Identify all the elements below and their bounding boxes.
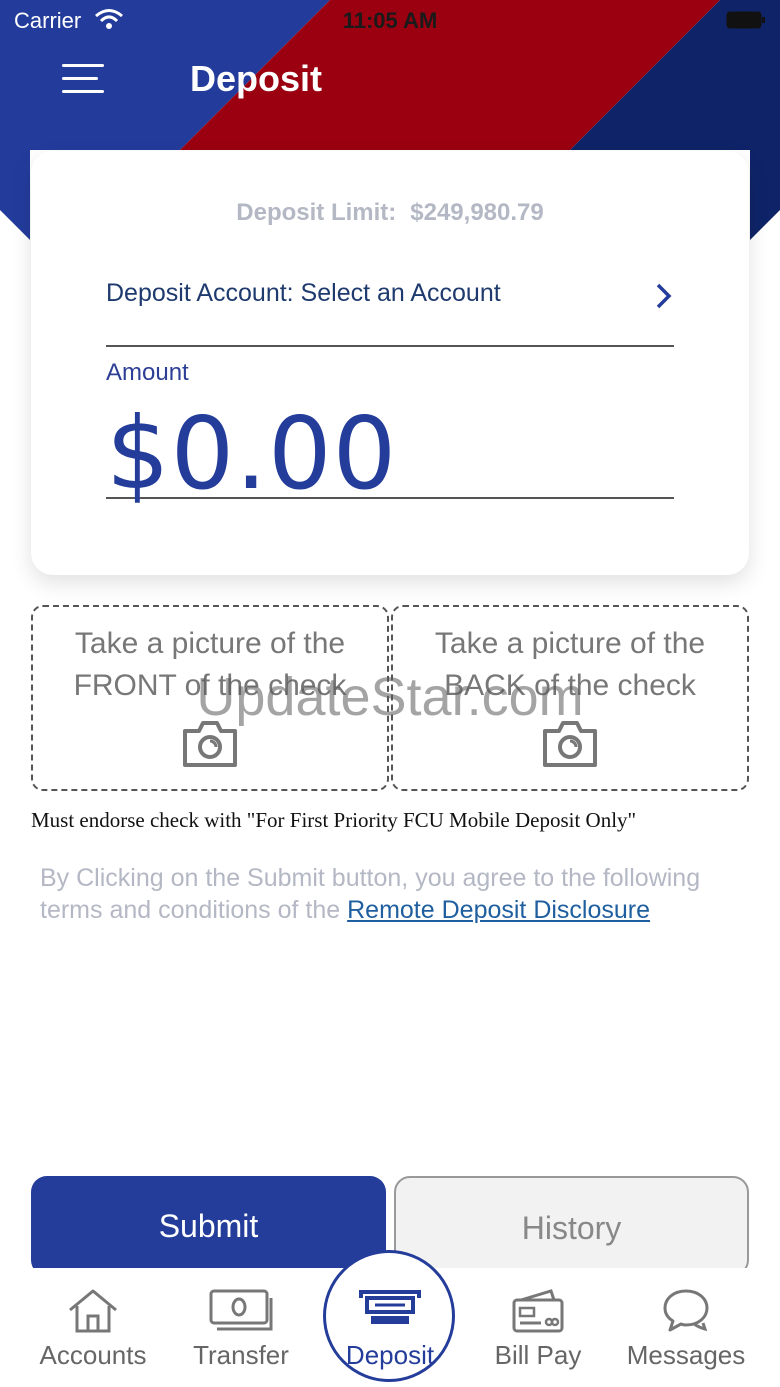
tab-deposit[interactable]: Deposit (315, 1268, 465, 1387)
tab-bar: Accounts Transfer Deposit Bill Pay Messa… (0, 1250, 780, 1387)
capture-back-text: Take a picture of the BACK of the check (393, 623, 747, 707)
submit-button[interactable]: Submit (31, 1176, 386, 1276)
tab-transfer-label: Transfer (193, 1340, 289, 1370)
capture-front-text: Take a picture of the FRONT of the check (33, 623, 387, 707)
tab-messages-label: Messages (626, 1340, 746, 1370)
capture-back-line2: BACK of the check (444, 669, 696, 702)
endorse-note: Must endorse check with "For First Prior… (31, 808, 637, 832)
tab-deposit-label: Deposit (345, 1340, 435, 1370)
chat-icon (663, 1289, 709, 1332)
deposit-account-label: Deposit Account: Select an Account (106, 279, 501, 307)
deposit-account-selector[interactable]: Deposit Account: Select an Account (106, 269, 674, 347)
capture-front-line1: Take a picture of the (74, 627, 346, 660)
battery-icon (726, 11, 765, 29)
remote-deposit-disclosure-link[interactable]: Remote Deposit Disclosure (347, 896, 650, 924)
home-icon (69, 1289, 117, 1333)
tab-accounts-label: Accounts (39, 1340, 147, 1370)
money-icon (209, 1289, 273, 1331)
chevron-right-icon (656, 283, 672, 309)
tab-accounts[interactable]: Accounts (18, 1268, 168, 1387)
card-icon (512, 1289, 564, 1333)
tab-bill-pay-label: Bill Pay (494, 1340, 582, 1370)
tab-transfer[interactable]: Transfer (166, 1268, 316, 1387)
tab-bill-pay[interactable]: Bill Pay (463, 1268, 613, 1387)
camera-icon (543, 721, 597, 767)
amount-value: $0.00 (106, 395, 398, 512)
capture-back-button[interactable]: Take a picture of the BACK of the check (391, 605, 749, 791)
history-button[interactable]: History (394, 1176, 749, 1276)
deposit-card: Deposit Limit: $249,980.79 Deposit Accoun… (31, 151, 749, 575)
capture-back-line1: Take a picture of the (434, 627, 706, 660)
amount-input[interactable]: $0.00 (106, 389, 674, 512)
deposit-limit-label: Deposit Limit: (236, 199, 397, 226)
capture-front-button[interactable]: Take a picture of the FRONT of the check (31, 605, 389, 791)
atm-icon (359, 1290, 421, 1324)
amount-label: Amount (106, 359, 189, 386)
terms-text: By Clicking on the Submit button, you ag… (40, 862, 750, 926)
deposit-limit: Deposit Limit: $249,980.79 (31, 199, 749, 227)
capture-front-line2: FRONT of the check (73, 669, 347, 702)
camera-icon (183, 721, 237, 767)
tab-messages[interactable]: Messages (611, 1268, 761, 1387)
menu-icon[interactable] (62, 62, 108, 96)
page-title: Deposit (190, 58, 323, 99)
deposit-limit-value: $249,980.79 (410, 199, 544, 226)
status-bar: Carrier 11:05 AM (0, 0, 780, 40)
clock: 11:05 AM (342, 8, 438, 33)
